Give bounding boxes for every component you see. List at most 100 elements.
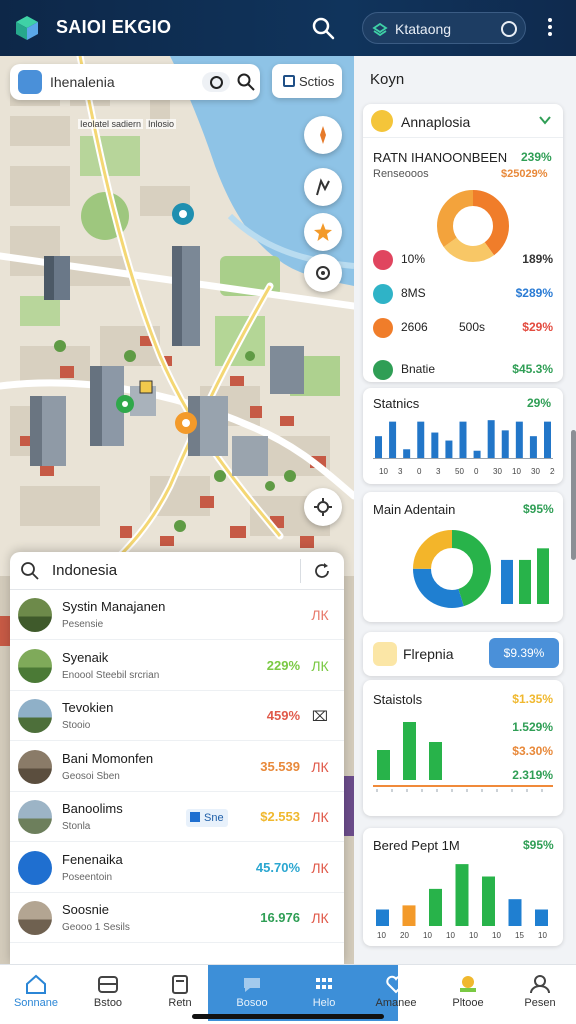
panel-scrollbar[interactable] — [571, 430, 576, 560]
x-tick-label: 10 — [469, 931, 478, 940]
list-item-action-button[interactable]: ЛК — [306, 603, 334, 627]
main-adentain-donut-chart — [413, 530, 491, 608]
bered-pept-bar-chart: 10 20 10 10 10 10 15 10 — [376, 864, 548, 940]
nav-item-label: Sonnane — [13, 997, 59, 1009]
panel-heading: Koyn — [370, 71, 405, 88]
statistics-card: Statnics 29% 1030350030103020 — [363, 388, 563, 484]
list-item[interactable]: Syenaik Enoool Steebil srcrian 229% ЛК — [10, 641, 344, 691]
list-item-action-button[interactable]: ⌧ — [306, 704, 334, 728]
staistols-bar — [429, 742, 442, 780]
map-options-button[interactable]: Sctios — [272, 64, 342, 98]
list-search-input[interactable]: Indonesia — [52, 562, 117, 579]
stat-value: 189% — [522, 252, 553, 266]
bered-pept-bar — [535, 909, 548, 926]
star-icon — [314, 223, 332, 241]
statistics-bar — [515, 421, 523, 458]
list-item-title: Systin Manajanen — [62, 599, 166, 614]
statistics-title: Statnics — [373, 396, 420, 411]
list-item-action-button[interactable]: ЛК — [306, 654, 334, 678]
list-item[interactable]: Soosnie Geooo 1 Sesils 16.976 ЛК — [10, 893, 344, 943]
map-control-button[interactable] — [304, 254, 342, 292]
main-adentain-bar-chart — [501, 548, 549, 604]
pill-label: Ktataong — [395, 21, 452, 37]
main-adentain-card: Main Adentain $95% — [363, 492, 563, 622]
recenter-icon — [316, 266, 330, 280]
bered-pept-bar — [508, 899, 522, 926]
grid-icon — [316, 978, 332, 989]
list-item[interactable]: Fenenaika Poseentoin 45.70% ЛК — [10, 843, 344, 893]
refresh-icon[interactable] — [312, 561, 332, 581]
staistols-title: Staistols — [373, 692, 423, 707]
heart-icon — [386, 975, 406, 994]
route-icon — [316, 178, 330, 196]
list-item-chip[interactable]: Sne — [186, 809, 228, 827]
staistols-value: $3.30% — [512, 744, 553, 758]
statistics-value: 29% — [527, 396, 552, 410]
summary-card: Annaplosia RATN IHANOONBEEN 239% Renseoo… — [363, 104, 563, 420]
flrepnia-action-button[interactable]: $9.39% — [489, 638, 559, 668]
map-control-button[interactable] — [304, 168, 342, 206]
list-item[interactable]: Banoolims Stonla Sne $2.553 ЛК — [10, 792, 344, 842]
list-item[interactable]: Systin Manajanen Pesensie ЛК — [10, 590, 344, 640]
map-control-button[interactable] — [304, 488, 342, 526]
bered-pept-bar — [455, 864, 469, 926]
calculator-icon — [172, 975, 188, 994]
main-adentain-bar — [519, 559, 531, 604]
statistics-bar — [417, 421, 425, 458]
inbox-icon — [98, 976, 118, 993]
search-icon[interactable] — [236, 72, 256, 92]
map-control-button[interactable] — [304, 213, 342, 251]
divider — [300, 559, 301, 583]
place-thumbnail — [18, 850, 52, 885]
stat-value: $45.3% — [512, 362, 553, 376]
more-menu-icon[interactable] — [541, 16, 559, 40]
nav-item-pesen[interactable]: Pesen — [504, 965, 576, 1024]
place-thumbnail — [18, 901, 52, 935]
stat-label: 10% — [401, 252, 426, 266]
list-item-action-button[interactable]: ЛК — [306, 906, 334, 930]
x-tick-label: 10 — [377, 931, 386, 940]
main-adentain-bar — [501, 559, 513, 604]
place-thumbnail — [18, 598, 52, 632]
places-list-sheet: Indonesia Systin Manajanen Pesensie ЛК Syen… — [10, 552, 344, 964]
map-control-button[interactable] — [304, 116, 342, 154]
stat-value: $289% — [515, 286, 553, 300]
statistics-bar — [473, 450, 481, 458]
summary-card-header[interactable]: Annaplosia — [363, 104, 563, 138]
list-item-action-button[interactable]: ЛК — [306, 805, 334, 829]
main-adentain-bar — [537, 548, 549, 604]
x-tick-label: 10 — [492, 931, 501, 940]
map-search-bar[interactable]: Ihenalenia — [10, 64, 260, 100]
app-title: SAIOI EKGIO — [56, 17, 172, 37]
nav-item-bstoo[interactable]: Bstoo — [72, 965, 144, 1024]
map-search-toggle[interactable] — [202, 72, 230, 92]
layers-icon — [372, 22, 388, 37]
stat-icon — [373, 284, 393, 304]
nav-item-pltooe[interactable]: Pltooe — [432, 965, 504, 1024]
x-tick-label: 20 — [400, 931, 409, 940]
location-toggle-pill[interactable]: Ktataong — [362, 12, 526, 44]
place-thumbnail — [18, 699, 52, 733]
x-tick-label: 20 — [550, 467, 555, 476]
list-item-action-button[interactable]: ЛК — [306, 755, 334, 779]
list-item[interactable]: Tevokien Stooio 459% ⌧ — [10, 691, 344, 741]
nav-item-sonnane[interactable]: Sonnane — [0, 965, 72, 1024]
search-icon[interactable] — [310, 15, 336, 41]
location-icon — [18, 70, 42, 94]
region-icon — [373, 642, 397, 666]
x-tick-label: 30 — [531, 467, 540, 476]
chevron-down-icon[interactable] — [539, 114, 551, 126]
list-item[interactable]: Bani Momonfen Geosoi Sben 35.539 ЛК — [10, 742, 344, 792]
list-item-action-button[interactable]: ЛК — [306, 856, 334, 880]
nav-item-label: Bosoo — [236, 997, 268, 1009]
toggle-icon[interactable] — [501, 21, 517, 37]
x-tick-label: 3 — [436, 467, 441, 476]
x-tick-label: 10 — [538, 931, 547, 940]
list-search-bar[interactable]: Indonesia — [10, 552, 344, 590]
list-item-subtitle: Geooo 1 Sesils — [62, 922, 130, 933]
flrepnia-card: Flrepnia $9.39% — [363, 632, 563, 676]
map-search-input[interactable]: Ihenalenia — [50, 74, 115, 90]
list-item-value: $2.553 — [260, 809, 300, 824]
stat-icon — [373, 318, 393, 338]
home-indicator[interactable] — [192, 1014, 384, 1019]
